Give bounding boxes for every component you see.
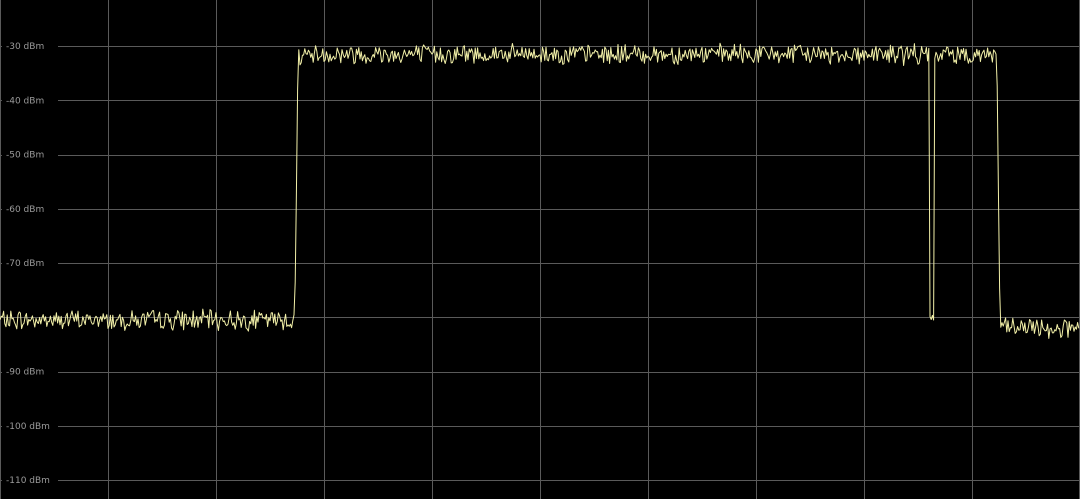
y-tick-label: -100 dBm: [6, 422, 50, 432]
y-tick-label: -30 dBm: [6, 42, 44, 52]
y-tick-label: -90 dBm: [6, 368, 44, 378]
y-tick-label: -110 dBm: [6, 476, 50, 486]
y-tick-label: -40 dBm: [6, 96, 44, 106]
y-tick-label: -60 dBm: [6, 205, 44, 215]
y-tick-label: -70 dBm: [6, 259, 44, 269]
y-tick-label: -50 dBm: [6, 151, 44, 161]
spectrum-display: -30 dBm -40 dBm -50 dBm -60 dBm -70 dBm -90 d…: [0, 0, 1080, 499]
